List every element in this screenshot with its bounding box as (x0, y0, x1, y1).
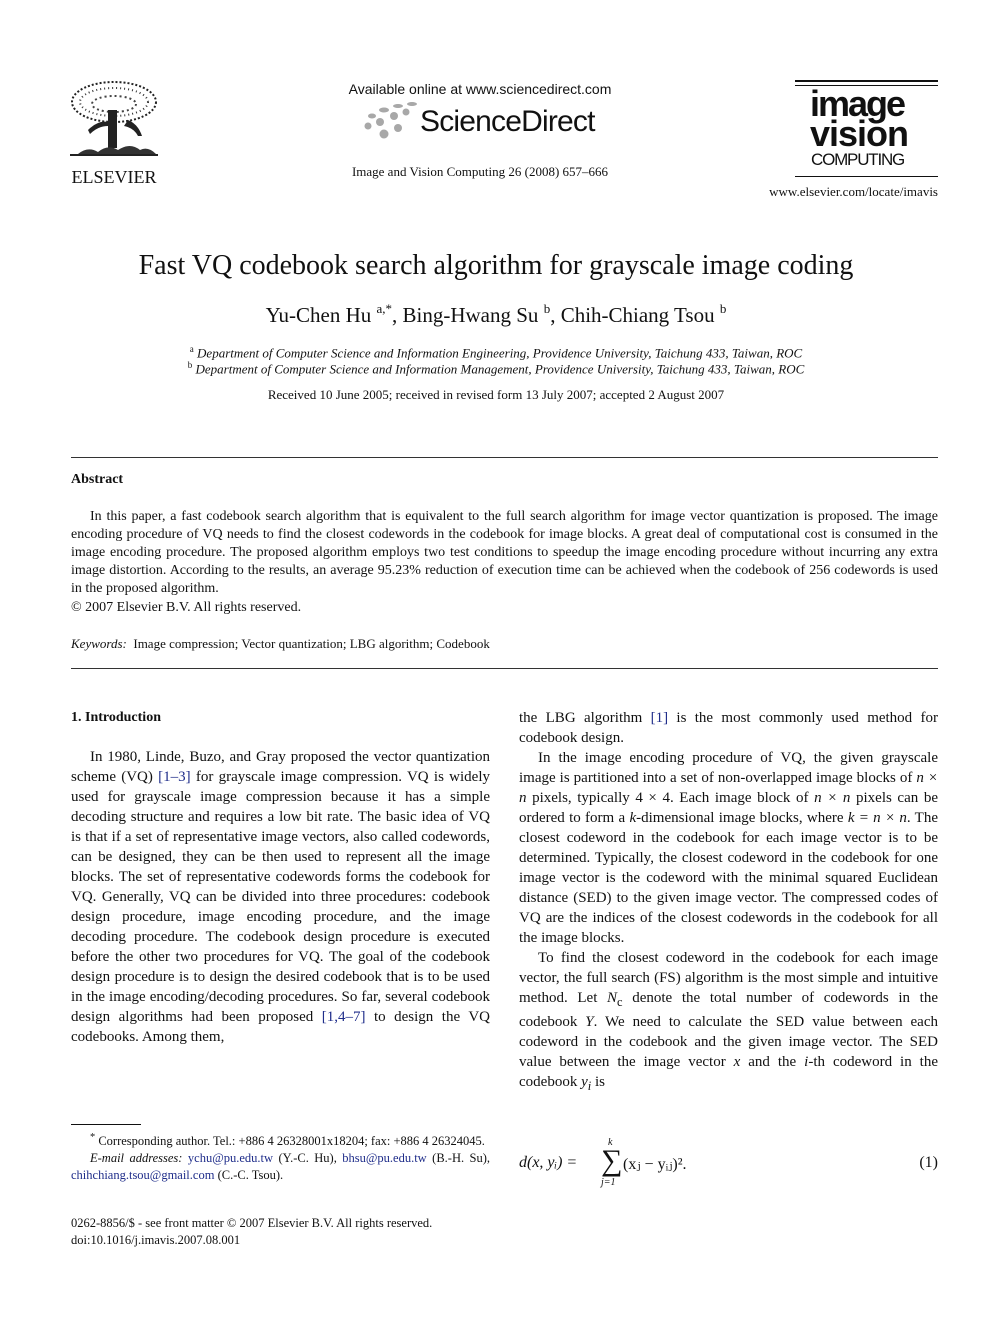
affiliation-a: a Department of Computer Science and Inf… (40, 344, 952, 361)
equation-rhs: (xⱼ − yᵢⱼ)². (623, 1156, 687, 1173)
abstract-copyright: © 2007 Elsevier B.V. All rights reserved… (71, 600, 302, 615)
publisher-name: ELSEVIER (71, 167, 157, 187)
divider (71, 457, 938, 458)
sum-lower-limit: j=1 (601, 1177, 616, 1188)
email-link[interactable]: bhsu@pu.edu.tw (342, 1151, 426, 1165)
separator: , (392, 303, 403, 327)
email-link[interactable]: ychu@pu.edu.tw (188, 1151, 273, 1165)
affiliation-key: b (187, 360, 193, 370)
sum-sigma-icon: ∑ (601, 1144, 623, 1177)
separator: , (550, 303, 561, 327)
footnote: * Corresponding author. Tel.: +886 4 263… (71, 1129, 490, 1184)
paper-title: Fast VQ codebook search algorithm for gr… (138, 250, 854, 281)
doi[interactable]: doi:10.1016/j.imavis.2007.08.001 (71, 1232, 490, 1249)
abstract-heading: Abstract (71, 472, 124, 487)
right-column: the LBG algorithm [1] is the most common… (519, 708, 938, 1096)
journal-logo-word-vision: vision (810, 113, 909, 154)
paragraph: the LBG algorithm [1] is the most common… (519, 710, 938, 746)
keywords-list: Image compression; Vector quantization; … (133, 636, 490, 651)
keywords-label: Keywords: (71, 636, 127, 651)
issn-line: 0262-8856/$ - see front matter © 2007 El… (71, 1216, 433, 1230)
affiliation-b: b Department of Computer Science and Inf… (40, 360, 952, 377)
citation-link[interactable]: [1] (651, 710, 669, 726)
divider (71, 668, 938, 669)
equation-1: d(x, yᵢ) = k ∑ j=1 (xⱼ − yᵢⱼ)². (1) (519, 1137, 938, 1196)
author-name: Bing-Hwang Su (402, 303, 539, 327)
journal-logo: image vision COMPUTING (795, 80, 938, 180)
elsevier-tree-icon (70, 81, 158, 156)
elsevier-logo: ELSEVIER (66, 80, 162, 187)
sciencedirect-dots-icon (364, 102, 417, 139)
equation-lhs: d(x, yᵢ) = (519, 1154, 578, 1171)
author-affiliation-marker[interactable]: b (544, 301, 551, 316)
citation-link[interactable]: [1,4–7] (322, 1009, 366, 1025)
journal-citation: Image and Vision Computing 26 (2008) 657… (351, 164, 609, 179)
email-addresses: E-mail addresses: ychu@pu.edu.tw (Y.-C. … (71, 1151, 491, 1183)
footnote-divider (71, 1124, 141, 1125)
affiliation-key: a (189, 344, 194, 354)
email-link[interactable]: chihchiang.tsou@gmail.com (71, 1168, 214, 1182)
citation-link[interactable]: [1–3] (158, 769, 191, 785)
logo-rule (795, 176, 938, 177)
affiliation-text: Department of Computer Science and Infor… (197, 345, 803, 361)
sciencedirect-logo: ScienceDirect (360, 102, 600, 144)
journal-logo-word-computing: COMPUTING (811, 150, 905, 169)
keywords: Keywords: Image compression; Vector quan… (71, 636, 490, 652)
section-heading: 1. Introduction (71, 710, 161, 725)
author-name: Chih-Chiang Tsou (560, 303, 715, 327)
front-matter: 0262-8856/$ - see front matter © 2007 El… (71, 1215, 490, 1249)
abstract-body: In this paper, a fast codebook search al… (71, 509, 938, 596)
author-affiliation-marker[interactable]: a,* (376, 301, 392, 316)
available-online-text: Available online at www.sciencedirect.co… (348, 81, 612, 97)
paragraph: To find the closest codeword in the code… (519, 950, 938, 1093)
corresponding-author-note: * Corresponding author. Tel.: +886 4 263… (90, 1132, 485, 1149)
affiliation-text: Department of Computer Science and Infor… (195, 361, 805, 377)
equation-number: (1) (919, 1154, 938, 1171)
received-dates: Received 10 June 2005; received in revis… (267, 387, 725, 402)
logo-rule (795, 80, 938, 82)
author-name: Yu-Chen Hu (265, 303, 372, 327)
author-affiliation-marker[interactable]: b (720, 301, 727, 316)
journal-url[interactable]: www.elsevier.com/locate/imavis (700, 184, 938, 200)
left-column: 1. Introduction In 1980, Linde, Buzo, an… (71, 708, 490, 1047)
paragraph: In the image encoding procedure of VQ, t… (519, 750, 938, 946)
paragraph: In 1980, Linde, Buzo, and Gray proposed … (71, 749, 490, 1045)
sciencedirect-wordmark: ScienceDirect (420, 105, 595, 138)
author-list: Yu-Chen Hu a,*, Bing-Hwang Su b, Chih-Ch… (40, 301, 952, 328)
